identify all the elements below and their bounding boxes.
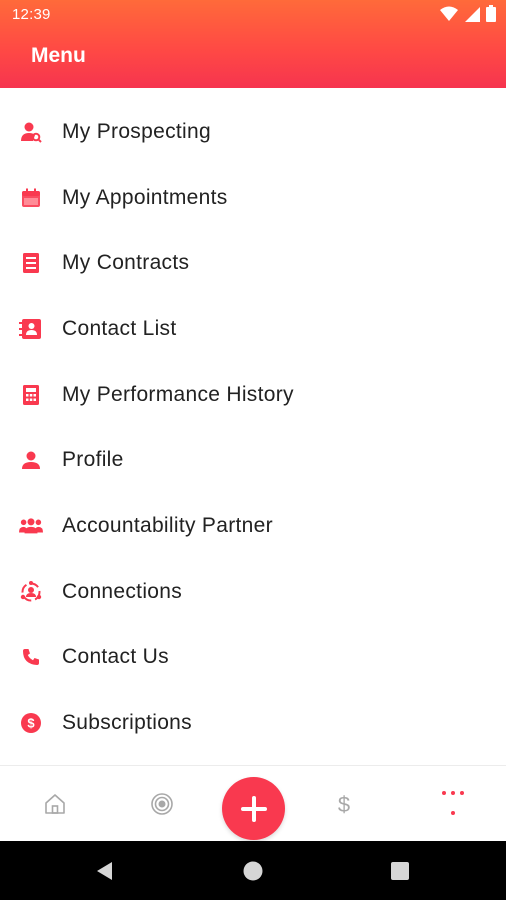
svg-text:$: $: [27, 716, 35, 731]
dollar-icon[interactable]: $: [324, 784, 364, 824]
calendar-icon: [19, 186, 43, 210]
menu-item-label: My Contracts: [62, 251, 190, 275]
app-header: 12:39 Menu: [0, 0, 506, 88]
cellular-icon: [464, 6, 480, 27]
status-icons: [440, 5, 496, 27]
menu-list: My Prospecting My Appointments My Contra…: [0, 99, 506, 756]
menu-item-contact-us[interactable]: Contact Us: [0, 625, 506, 691]
more-dots-icon[interactable]: [433, 784, 473, 824]
menu-item-my-contracts[interactable]: My Contracts: [0, 230, 506, 296]
home-circle-icon[interactable]: [240, 858, 266, 884]
bottom-nav: $: [0, 765, 506, 842]
page-title: Menu: [31, 44, 86, 67]
menu-item-label: My Appointments: [62, 185, 228, 209]
menu-item-my-appointments[interactable]: My Appointments: [0, 165, 506, 231]
group-icon: [19, 514, 43, 538]
network-icon: [19, 580, 43, 604]
menu-item-subscriptions[interactable]: $ Subscriptions: [0, 690, 506, 756]
menu-item-my-performance-history[interactable]: My Performance History: [0, 362, 506, 428]
menu-item-label: Profile: [62, 448, 124, 472]
system-nav-bar: [0, 841, 506, 900]
dollar-circle-icon: $: [19, 711, 43, 735]
menu-item-label: My Prospecting: [62, 119, 211, 143]
menu-item-contact-list[interactable]: Contact List: [0, 296, 506, 362]
menu-item-label: Contact Us: [62, 645, 169, 669]
calculator-icon: [19, 383, 43, 407]
menu-item-connections[interactable]: Connections: [0, 559, 506, 625]
status-time: 12:39: [12, 6, 51, 23]
contact-book-icon: [19, 317, 43, 341]
home-icon[interactable]: [35, 784, 75, 824]
target-icon[interactable]: [142, 784, 182, 824]
svg-text:$: $: [338, 792, 350, 816]
menu-item-label: Contact List: [62, 316, 177, 340]
battery-icon: [486, 5, 496, 27]
person-icon: [19, 448, 43, 472]
back-icon[interactable]: [92, 858, 118, 884]
menu-item-label: Accountability Partner: [62, 513, 273, 537]
recents-icon[interactable]: [387, 858, 413, 884]
menu-item-accountability-partner[interactable]: Accountability Partner: [0, 493, 506, 559]
menu-item-profile[interactable]: Profile: [0, 427, 506, 493]
document-icon: [19, 251, 43, 275]
menu-item-label: My Performance History: [62, 382, 294, 406]
menu-item-label: Subscriptions: [62, 711, 192, 735]
prospecting-icon: [19, 120, 43, 144]
add-icon[interactable]: [222, 777, 285, 840]
menu-item-label: Connections: [62, 579, 183, 603]
menu-item-my-prospecting[interactable]: My Prospecting: [0, 99, 506, 165]
phone-icon: [19, 645, 43, 669]
wifi-icon: [440, 6, 458, 27]
